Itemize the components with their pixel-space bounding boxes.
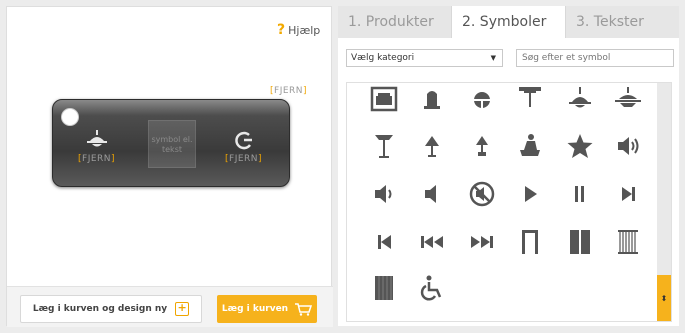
wide-pendant-lamp-icon[interactable] [613,85,643,115]
remove-left-button[interactable]: [FJERN] [78,154,115,164]
half-circle-lamp-icon[interactable] [467,85,497,115]
star-icon[interactable] [565,131,595,161]
symbol-search-input[interactable] [516,49,674,67]
floor-lamp-icon[interactable] [369,131,399,161]
scrollbar-thumb[interactable]: ⬍ [657,275,671,321]
scrollbar-track[interactable]: ⬍ [657,83,671,321]
tab-symboler[interactable]: 2. Symboler [452,6,566,38]
help-icon: ? [277,22,286,38]
play-icon[interactable] [515,179,545,209]
reading-person-icon[interactable] [515,131,545,161]
slot-placeholder: symbol el. tekst [151,135,193,154]
cart-icon [295,303,313,316]
tab-produkter[interactable]: 1. Produkter [338,6,452,38]
fast-forward-icon[interactable] [467,227,497,257]
small-table-lamp-icon[interactable] [467,131,497,161]
table-lamp-icon[interactable] [417,131,447,161]
previous-track-icon[interactable] [369,227,399,257]
scroll-arrows-icon: ⬍ [660,293,668,303]
door-frame-icon[interactable] [515,227,545,257]
speaker-medium-icon[interactable] [369,179,399,209]
add-and-design-new-button[interactable]: Læg i kurven og design ny + [20,295,202,323]
help-label: Hjælp [288,23,321,37]
wheelchair-icon[interactable] [417,273,447,303]
curtain-icon[interactable] [613,227,643,257]
pendant-lamp-icon[interactable] [565,85,595,115]
ceiling-fan-icon[interactable] [515,85,545,115]
blind-icon[interactable] [369,273,399,303]
tab-tekster[interactable]: 3. Tekster [566,6,679,38]
speaker-loud-icon[interactable] [613,131,643,161]
speaker-low-icon[interactable] [417,179,447,209]
garage-icon[interactable] [369,85,399,115]
mute-icon[interactable] [467,179,497,209]
add-to-cart-button[interactable]: Læg i kurven [217,295,317,323]
step-tabs: 1. Produkter 2. Symboler 3. Tekster [338,6,679,38]
rewind-icon[interactable] [417,227,447,257]
symbols-panel: Vælg kategori ▼ Søg efter et symbol ⬍ [338,38,679,326]
ceiling-light-icon[interactable] [417,85,447,115]
remove-top-button[interactable]: [FJERN] [270,86,307,96]
tag-slot-middle[interactable]: symbol el. tekst [148,120,196,168]
chevron-down-icon: ▼ [490,54,496,62]
symbol-grid: ⬍ [346,82,672,322]
help-link[interactable]: ? Hjælp [277,22,320,38]
tag-hole [61,108,79,126]
pause-icon[interactable] [565,179,595,209]
tag-slot-left[interactable]: [FJERN] [78,130,115,164]
key-tag-preview: [FJERN] symbol el. tekst [FJERN] [52,99,290,187]
next-track-icon[interactable] [613,179,643,209]
category-select[interactable]: Vælg kategori ▼ [346,49,503,67]
tag-slot-right[interactable]: [FJERN] [225,130,262,164]
remove-right-button[interactable]: [FJERN] [225,154,262,164]
action-bar: Læg i kurven og design ny + Læg i kurven [7,286,333,327]
double-door-icon[interactable] [565,227,595,257]
power-icon [234,131,252,150]
new-design-icon: + [175,302,190,316]
designer-panel: ? Hjælp [FJERN] [FJERN] symbol el. tekst… [6,6,333,327]
pendant-lamp-icon [86,130,107,147]
